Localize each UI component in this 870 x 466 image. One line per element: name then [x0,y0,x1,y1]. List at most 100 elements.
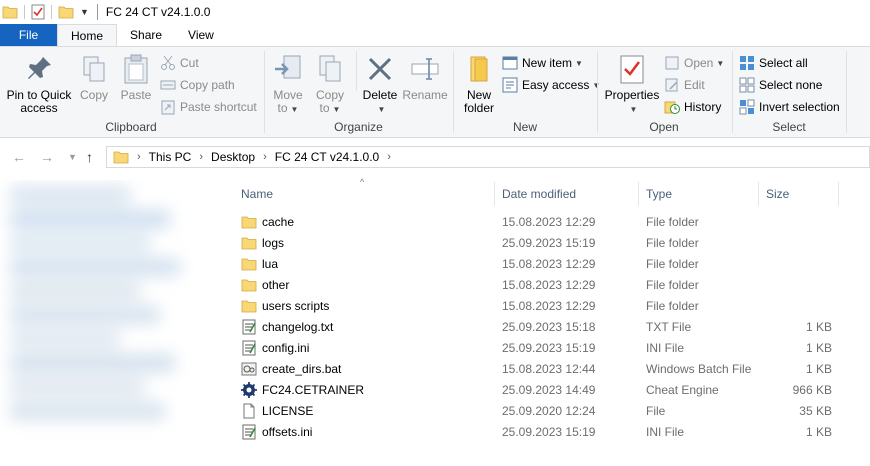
file-type: Cheat Engine [646,383,719,397]
tab-home[interactable]: Home [57,24,118,47]
file-name: changelog.txt [262,320,334,334]
column-type[interactable]: Type [646,187,672,201]
open-group: Properties ▼ Open ▼ Edit History Open [598,47,730,138]
breadcrumb-current-folder[interactable]: FC 24 CT v24.1.0.0 [275,150,380,164]
breadcrumb-chevron-icon[interactable]: › [199,151,203,163]
tab-view[interactable]: View [175,24,227,46]
copy-to-button[interactable]: Copy to ▼ [311,53,349,116]
edit-label: Edit [684,78,705,92]
file-type: File [646,404,666,418]
tab-share[interactable]: Share [117,24,175,46]
file-date-modified: 25.09.2023 15:19 [502,236,596,250]
breadcrumb-chevron-icon[interactable]: › [387,151,391,163]
file-row[interactable]: offsets.ini 25.09.2023 15:19 INI File 1 KB [232,422,870,443]
customize-toolbar-icon[interactable]: ▼ [80,7,89,17]
chevron-down-icon: ▼ [377,105,386,114]
file-row[interactable]: users scripts 15.08.2023 12:29 File folder [232,296,870,317]
select-none-button[interactable]: Select none [739,76,822,94]
divider[interactable] [494,182,495,206]
cheat-engine-icon [241,382,257,398]
easy-access-label: Easy access [522,78,590,92]
file-date-modified: 25.09.2023 15:19 [502,341,596,355]
column-date-modified[interactable]: Date modified [502,187,576,201]
copy-label: Copy [79,88,108,102]
invert-selection-button[interactable]: Invert selection [739,98,840,116]
ini-file-icon [241,424,257,440]
history-label: History [684,100,722,114]
paste-shortcut-button[interactable]: Paste shortcut [160,98,257,116]
file-size: 1 KB [805,425,832,439]
folder-icon [241,256,257,272]
pin-to-quick-access-button[interactable]: Pin to Quick access [6,53,72,115]
properties-check-icon [620,55,644,84]
file-row[interactable]: LICENSE 25.09.2020 12:24 File 35 KB [232,401,870,422]
new-folder-icon[interactable] [58,5,74,19]
file-row[interactable]: changelog.txt 25.09.2023 15:18 TXT File 1 K… [232,317,870,338]
open-button[interactable]: Open ▼ [664,54,724,72]
file-name: lua [262,257,279,271]
new-folder-button[interactable]: New folder [458,53,500,115]
window-title: FC 24 CT v24.1.0.0 [105,5,211,19]
file-name: create_dirs.bat [262,362,342,376]
open-label: Open [684,56,714,70]
file-size: 35 KB [799,404,832,418]
file-type: File folder [646,215,699,229]
cut-button[interactable]: Cut [160,54,199,72]
divider [96,4,98,20]
new-item-button[interactable]: New item ▼ [502,54,583,72]
copy-button[interactable]: Copy [76,53,112,102]
recent-locations-icon[interactable]: ▼ [68,152,77,162]
copy-path-label: Copy path [180,78,235,92]
select-all-icon [740,56,754,70]
forward-arrow-icon[interactable]: → [40,149,54,165]
file-size: 1 KB [805,341,832,355]
up-arrow-icon[interactable]: ↑ [86,149,93,165]
title-bar: ▼ FC 24 CT v24.1.0.0 [0,0,870,24]
move-to-button[interactable]: Move to ▼ [269,53,307,116]
cut-label: Cut [180,56,199,70]
file-name: users scripts [262,299,330,313]
file-row[interactable]: cache 15.08.2023 12:29 File folder [232,212,870,233]
divider[interactable] [838,182,839,206]
file-row[interactable]: FC24.CETRAINER 25.09.2023 14:49 Cheat Engi… [232,380,870,401]
column-header: ^ Name Date modified Type Size [232,176,870,210]
easy-access-button[interactable]: Easy access▼ [502,76,600,94]
edit-button[interactable]: Edit [664,76,705,94]
properties-check-icon[interactable] [31,4,45,20]
rename-icon [411,58,439,80]
breadcrumb-this-pc[interactable]: This PC [149,150,192,164]
address-bar[interactable]: › This PC › Desktop › FC 24 CT v24.1.0.0… [106,146,870,168]
move-to-icon [275,55,301,79]
folder-icon[interactable] [2,5,18,19]
divider[interactable] [638,182,639,206]
select-all-button[interactable]: Select all [739,54,808,72]
history-button[interactable]: History [664,98,721,116]
column-name[interactable]: Name [241,187,273,201]
batch-file-icon [241,361,257,377]
invert-selection-icon [739,99,755,115]
file-date-modified: 25.09.2023 15:18 [502,320,596,334]
breadcrumb-chevron-icon[interactable]: › [263,151,267,163]
breadcrumb-chevron-icon[interactable]: › [137,151,141,163]
breadcrumb-desktop[interactable]: Desktop [211,150,255,164]
delete-button[interactable]: Delete ▼ [360,53,400,116]
file-row[interactable]: lua 15.08.2023 12:29 File folder [232,254,870,275]
copy-path-button[interactable]: Copy path [160,76,235,94]
ini-file-icon [241,340,257,356]
chevron-down-icon: ▼ [332,105,341,114]
file-row[interactable]: other 15.08.2023 12:29 File folder [232,275,870,296]
file-type: Windows Batch File [646,362,752,376]
file-row[interactable]: config.ini 25.09.2023 15:19 INI File 1 KB [232,338,870,359]
rename-button[interactable]: Rename [401,53,449,102]
properties-button[interactable]: Properties ▼ [602,53,662,116]
file-name: logs [262,236,285,250]
navigation-pane[interactable] [0,180,225,466]
file-date-modified: 15.08.2023 12:29 [502,299,596,313]
file-row[interactable]: logs 25.09.2023 15:19 File folder [232,233,870,254]
paste-button[interactable]: Paste [118,53,154,102]
file-row[interactable]: create_dirs.bat 15.08.2023 12:44 Windows B… [232,359,870,380]
tab-file[interactable]: File [0,24,57,46]
back-arrow-icon[interactable]: ← [12,149,26,165]
divider[interactable] [758,182,759,206]
column-size[interactable]: Size [766,187,789,201]
